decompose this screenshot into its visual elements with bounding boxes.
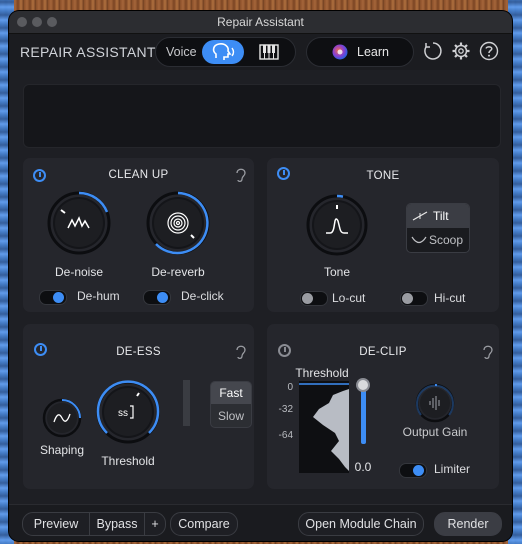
tone-title: TONE [366,170,400,182]
declick-switch[interactable] [143,290,171,305]
window-title: Repair Assistant [217,15,304,29]
de-ess-title: DE-ESS [116,346,161,358]
history-icon[interactable] [423,41,443,61]
open-module-chain-button[interactable]: Open Module Chain [298,512,424,536]
tone-mode-selector: Tilt Scoop [406,203,470,253]
hicut-label: Hi-cut [434,291,466,305]
de-ess-module: DE-ESS Shaping ss Threshold Fast Slow [23,324,254,489]
de-ess-meter [183,380,190,426]
tick-label: 0 [287,382,293,393]
help-icon[interactable] [479,41,499,61]
tilt-icon [412,211,428,221]
clean-up-module: CLEAN UP De-noise De-reverb De-hum De-cl… [23,158,254,312]
waveform-display [23,84,501,148]
main-area: CLEAN UP De-noise De-reverb De-hum De-cl… [9,70,512,505]
slow-option[interactable]: Slow [211,405,251,427]
scoop-option[interactable]: Scoop [407,228,469,252]
dereverb-label: De-reverb [151,265,205,279]
learn-label: Learn [357,45,389,59]
learn-orb-icon [332,44,348,60]
compare-button[interactable]: Compare [170,512,238,536]
limiter-label: Limiter [434,462,471,476]
music-mode-button[interactable] [254,42,284,62]
threshold-slider-handle[interactable] [356,378,370,392]
dereverb-knob[interactable] [145,190,211,256]
ear-icon[interactable] [481,344,494,360]
app-brand: REPAIR ASSISTANT [20,44,156,60]
piano-keys-icon [259,44,279,60]
plugin-window: Repair Assistant REPAIR ASSISTANT Voice [9,11,512,541]
declip-threshold-label: Threshold [295,366,349,380]
footer-bar: Preview Bypass + Compare Open Module Cha… [9,504,512,541]
threshold-slider-track [361,388,366,444]
voice-mode-button[interactable] [202,40,244,64]
ear-icon[interactable] [234,344,247,360]
tick-label: -32 [278,404,293,415]
locut-label: Lo-cut [332,291,366,305]
clip-histogram [299,381,349,473]
learn-button[interactable]: Learn [306,37,414,67]
tick-label: -64 [278,430,293,441]
add-bypass-button[interactable]: + [145,513,165,535]
tone-knob[interactable] [305,193,369,257]
scoop-icon [411,236,427,244]
de-ess-speed-selector: Fast Slow [210,381,252,428]
voice-head-icon [212,43,235,60]
bypass-button[interactable]: Bypass [90,513,144,535]
preview-bypass-group: Preview Bypass + [22,512,166,536]
dehum-switch[interactable] [39,290,67,305]
voice-mode-label: Voice [166,45,197,59]
tilt-option[interactable]: Tilt [407,204,469,228]
threshold-knob[interactable]: ss [95,379,161,445]
tone-module: TONE Tone Tilt Scoop Lo-cut Hi-cut [267,158,499,312]
dehum-label: De-hum [77,289,120,303]
title-bar: Repair Assistant [9,11,512,34]
denoise-knob[interactable] [46,190,112,256]
fast-option[interactable]: Fast [211,382,251,404]
threshold-label: Threshold [101,454,155,468]
sibilance-icon: ss [118,408,128,419]
shaping-knob[interactable] [42,398,82,438]
tone-knob-label: Tone [323,265,351,279]
header-bar: REPAIR ASSISTANT Voice Learn [9,34,512,70]
mode-toggle: Voice [155,37,296,67]
threshold-value: 0.0 [354,460,372,474]
ear-icon[interactable] [234,167,247,183]
shaping-label: Shaping [39,443,85,457]
tilt-label: Tilt [433,209,449,223]
scoop-label: Scoop [429,233,464,247]
declick-label: De-click [181,289,224,303]
de-clip-module: DE-CLIP Threshold 0 -32 -64 0.0 Output G… [267,324,499,489]
locut-switch[interactable] [300,291,328,306]
output-gain-label: Output Gain [402,425,468,439]
de-clip-title: DE-CLIP [359,346,407,358]
preview-button[interactable]: Preview [23,513,89,535]
denoise-label: De-noise [54,265,104,279]
limiter-switch[interactable] [399,463,427,478]
hicut-switch[interactable] [400,291,428,306]
gear-icon[interactable] [451,41,471,61]
render-button[interactable]: Render [434,512,502,536]
clean-up-title: CLEAN UP [108,169,169,181]
output-gain-knob[interactable] [415,383,455,423]
